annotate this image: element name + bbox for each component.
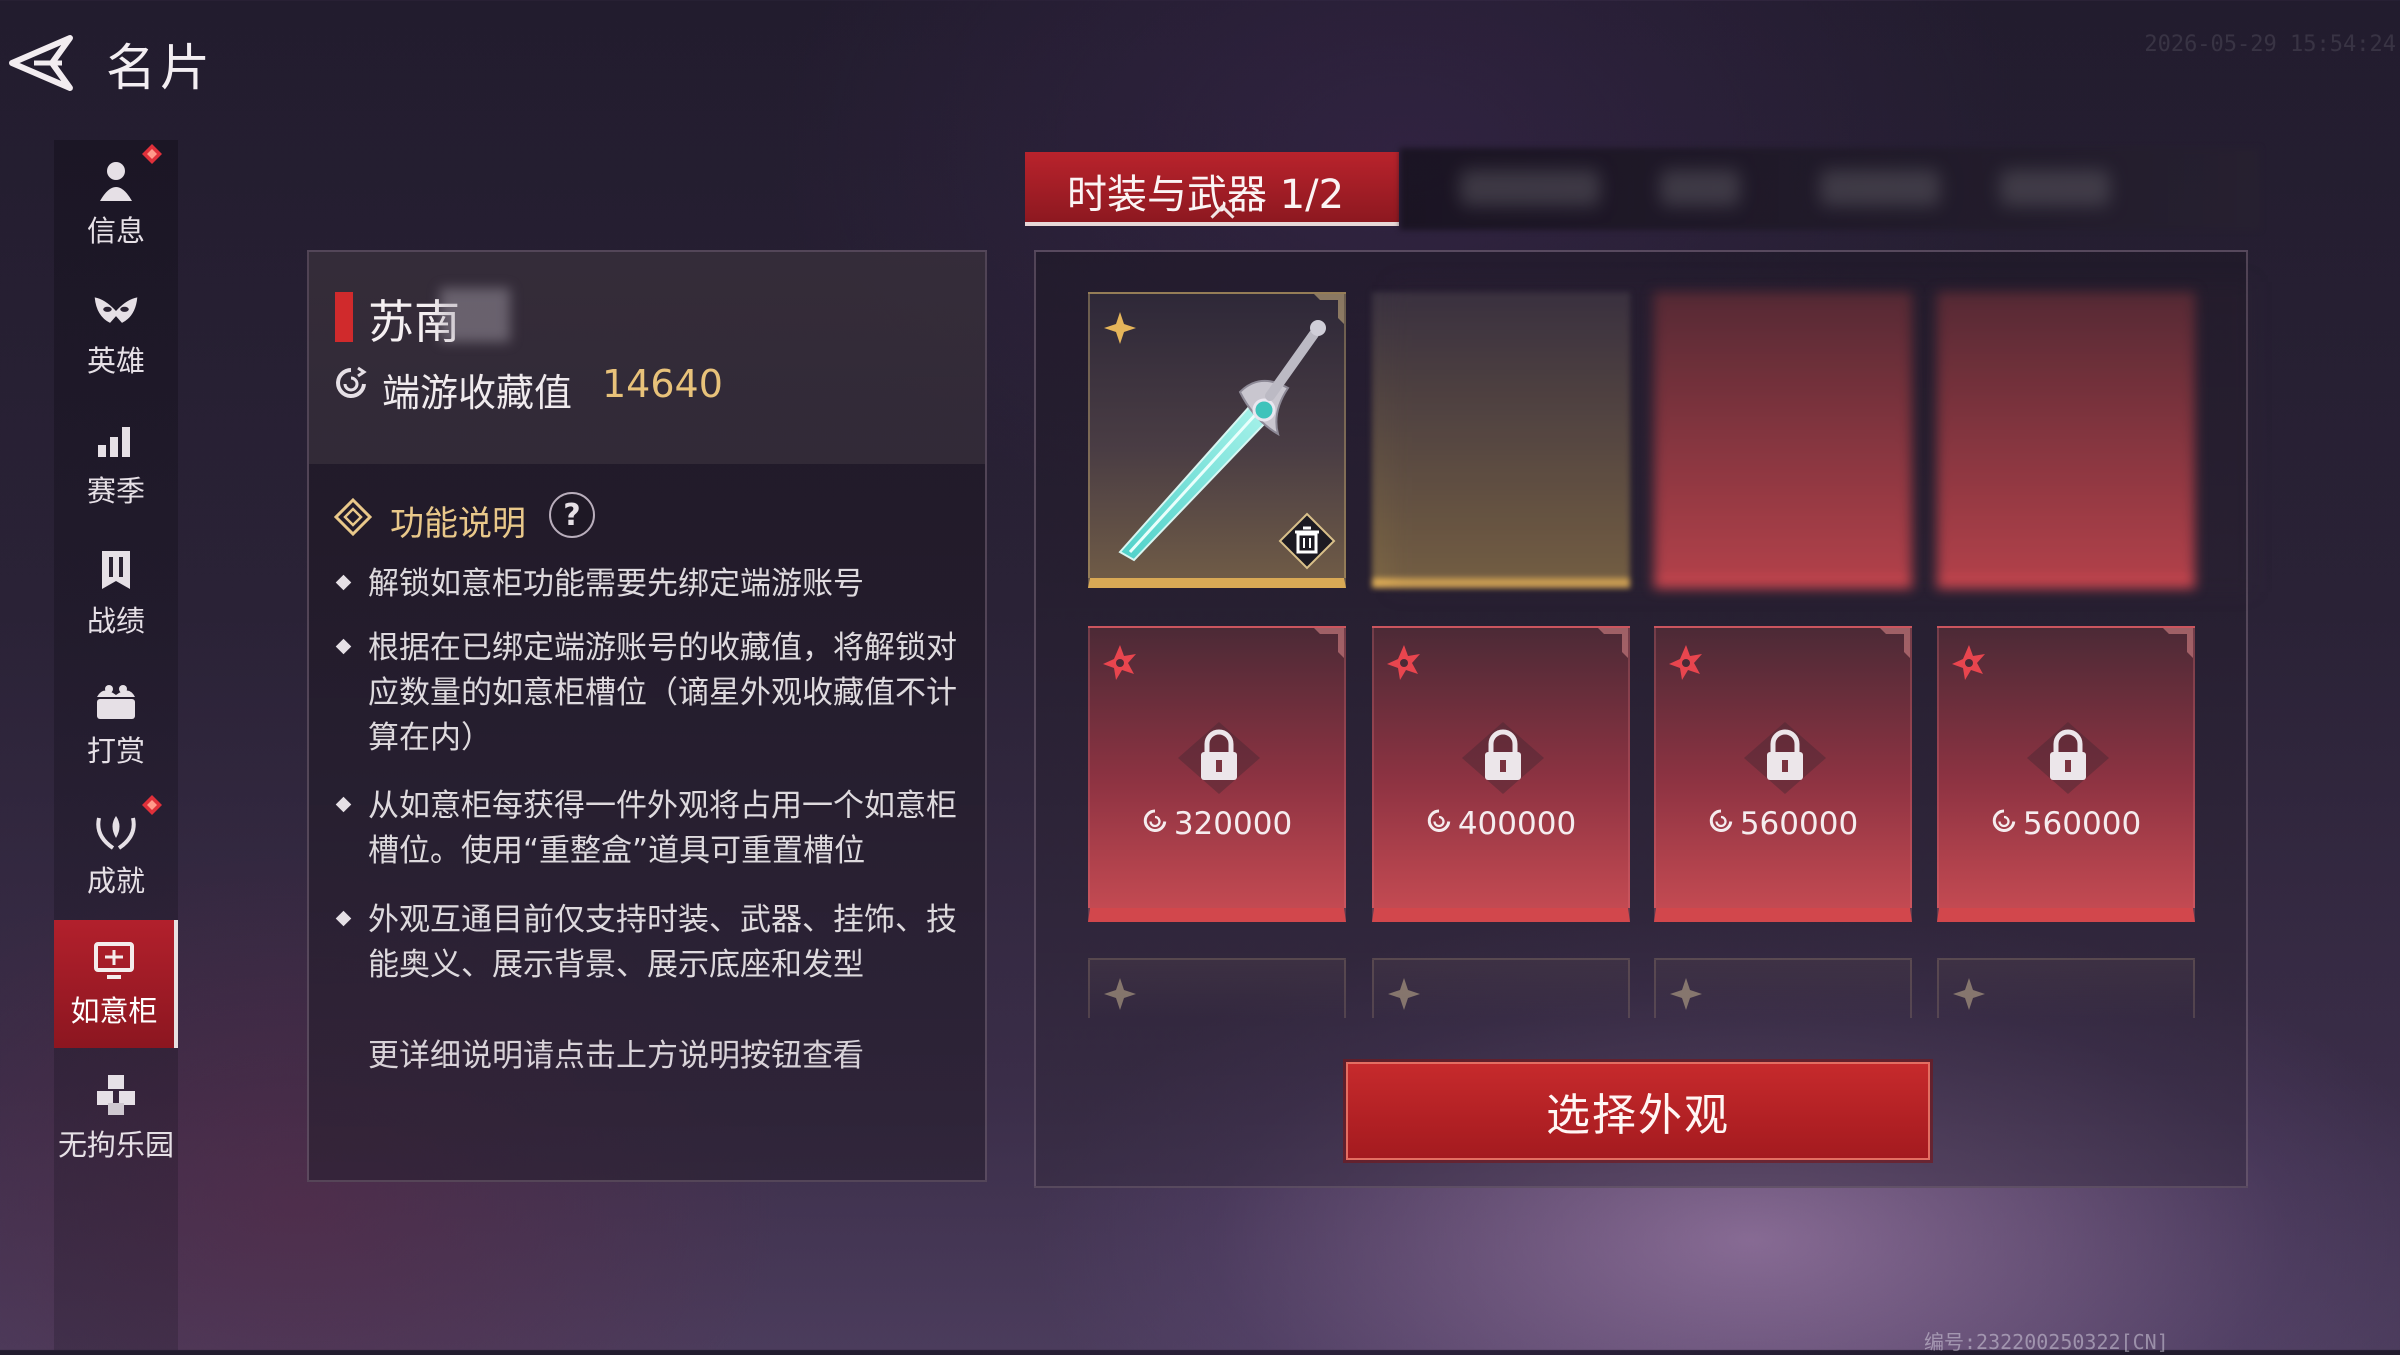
corner-ornament (2163, 628, 2193, 658)
slot-partial[interactable] (1372, 958, 1630, 1018)
unlock-cost-value: 560000 (1739, 806, 1859, 842)
sidebar-item-label: 打赏 (86, 734, 145, 768)
slot-locked[interactable]: 320000 (1088, 626, 1346, 922)
collection-icon (1143, 809, 1167, 832)
sidebar-item-label: 信息 (86, 214, 145, 248)
star-icon (1388, 978, 1420, 1010)
star-icon (1104, 978, 1136, 1010)
lock-icon (2027, 722, 2109, 794)
collection-label: 端游收藏值 (382, 371, 573, 415)
sidebar-item-paradise[interactable]: 无拘乐园 (54, 1054, 178, 1182)
slot-partial[interactable] (1654, 958, 1912, 1018)
timestamp-watermark: 2026-05-29 15:54:24 (2144, 32, 2396, 57)
collection-value: 14640 (602, 362, 723, 406)
unlock-cost-value: 400000 (1457, 806, 1577, 842)
diamond-info-icon (334, 498, 372, 536)
trash-icon[interactable] (1278, 512, 1336, 570)
info-item-text: 从如意柜每获得一件外观将占用一个如意柜槽位。使用“重整盒”道具可重置槽位 (368, 788, 957, 869)
banner-icon (93, 548, 139, 594)
tab-label: 时装与武器 1/2 (1067, 172, 1345, 218)
red-star-icon (1387, 645, 1420, 680)
info-item: 外观互通目前仅支持时装、武器、挂饰、技能奥义、展示背景、展示底座和发型 (335, 898, 968, 988)
lock-icon (1462, 722, 1544, 794)
collection-icon (1709, 809, 1733, 832)
lock-icon (1178, 722, 1260, 794)
slot-partial[interactable] (1937, 958, 2195, 1018)
sidebar-item-label: 成就 (86, 864, 145, 898)
info-item: 解锁如意柜功能需要先绑定端游账号 (335, 562, 968, 607)
tabs-redacted (1400, 148, 2260, 230)
gift-icon (93, 678, 139, 724)
slot-partial[interactable] (1088, 958, 1346, 1018)
sidebar-item-label: 无拘乐园 (57, 1128, 174, 1162)
slot-locked[interactable]: 560000 (1937, 626, 2195, 922)
select-appearance-button[interactable]: 选择外观 (1346, 1062, 1930, 1160)
sidebar-item-label: 赛季 (86, 474, 145, 508)
info-item-text: 根据在已绑定端游账号的收藏值，将解锁对应数量的如意柜槽位（谪星外观收藏值不计算在… (368, 630, 957, 756)
sidebar-item-label: 英雄 (86, 344, 145, 378)
unlock-cost-value: 320000 (1173, 806, 1293, 842)
unlock-cost: 400000 (1374, 806, 1628, 842)
info-item-text: 外观互通目前仅支持时装、武器、挂饰、技能奥义、展示背景、展示底座和发型 (368, 902, 957, 983)
slot-equipped-weapon[interactable] (1088, 292, 1346, 588)
unlock-cost-value: 560000 (2022, 806, 2142, 842)
select-appearance-label: 选择外观 (1546, 1090, 1730, 1141)
blocks-icon (93, 1072, 139, 1118)
name-redaction (440, 288, 510, 342)
unlock-cost: 560000 (1656, 806, 1910, 842)
back-button[interactable] (0, 30, 80, 96)
sidebar-item-season[interactable]: 赛季 (54, 400, 178, 528)
notification-badge (142, 795, 162, 815)
sidebar-item-label: 如意柜 (70, 994, 158, 1028)
function-title: 功能说明 (390, 504, 526, 544)
name-accent-bar (335, 292, 353, 342)
hero-mask-icon (93, 288, 139, 334)
sidebar-item-ruyi-cabinet[interactable]: 如意柜 (54, 920, 178, 1048)
sidebar-item-hero[interactable]: 英雄 (54, 270, 178, 398)
sidebar-item-reward[interactable]: 打赏 (54, 660, 178, 788)
info-item: 根据在已绑定端游账号的收藏值，将解锁对应数量的如意柜槽位（谪星外观收藏值不计算在… (335, 626, 968, 761)
corner-ornament (1598, 628, 1628, 658)
back-arrow-icon (9, 35, 73, 91)
lock-icon (1744, 722, 1826, 794)
sidebar-item-label: 战绩 (86, 604, 145, 638)
help-button[interactable]: ? (549, 492, 595, 538)
red-star-icon (1952, 645, 1985, 680)
more-info-note[interactable]: 更详细说明请点击上方说明按钮查看 (368, 1030, 864, 1075)
red-star-icon (1669, 645, 1702, 680)
unlock-cost: 320000 (1090, 806, 1344, 842)
sidebar-item-record[interactable]: 战绩 (54, 530, 178, 658)
slot-locked[interactable]: 560000 (1654, 626, 1912, 922)
red-star-icon (1103, 645, 1136, 680)
cabinet-icon (91, 938, 137, 984)
slot-locked[interactable]: 400000 (1372, 626, 1630, 922)
collection-icon (1427, 809, 1451, 832)
bar-chart-icon (93, 418, 139, 464)
corner-ornament (1314, 628, 1344, 658)
notification-badge (142, 144, 162, 164)
unlock-cost: 560000 (1939, 806, 2193, 842)
redaction-overlay (1392, 282, 2252, 592)
star-icon (1953, 978, 1985, 1010)
corner-ornament (1880, 628, 1910, 658)
star-icon (1670, 978, 1702, 1010)
laurel-icon (93, 808, 139, 854)
person-icon (93, 158, 139, 204)
info-item-text: 解锁如意柜功能需要先绑定端游账号 (368, 566, 864, 602)
collection-icon (1992, 809, 2016, 832)
collection-icon (336, 366, 367, 398)
info-item: 从如意柜每获得一件外观将占用一个如意柜槽位。使用“重整盒”道具可重置槽位 (335, 784, 968, 874)
profile-header (309, 252, 985, 464)
page-title: 名片 (106, 39, 214, 97)
footer-code: 编号:232200250322[CN] (1924, 1330, 2169, 1354)
